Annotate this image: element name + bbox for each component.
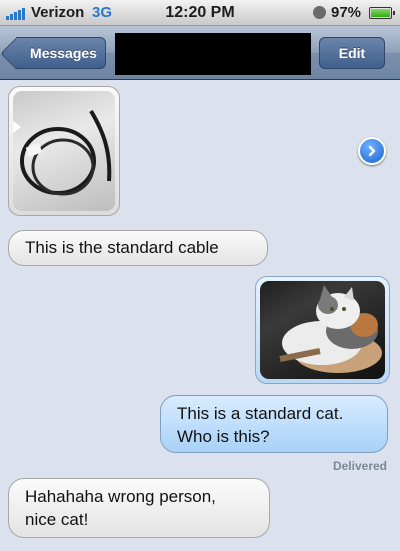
- navigation-bar: Messages Edit: [0, 26, 400, 80]
- edit-button[interactable]: Edit: [319, 37, 385, 69]
- cable-image: [13, 109, 112, 196]
- status-bar: Verizon 3G 12:20 PM 97%: [0, 0, 400, 26]
- incoming-message: This is the standard cable: [8, 230, 268, 266]
- redacted-contact-name: [115, 33, 311, 75]
- battery-icon: [369, 7, 395, 19]
- incoming-message: Hahahaha wrong person, nice cat!: [8, 478, 270, 538]
- message-line: This is a standard cat.: [177, 404, 344, 423]
- message-line: Hahahaha wrong person,: [25, 487, 216, 506]
- message-text: This is the standard cable: [25, 238, 219, 257]
- cat-image: [279, 285, 382, 373]
- alarm-icon: [313, 6, 326, 19]
- outgoing-message: This is a standard cat. Who is this?: [160, 395, 388, 453]
- cable-photo: [13, 91, 115, 211]
- outgoing-photo-message[interactable]: [255, 276, 390, 384]
- delivery-status: Delivered: [332, 459, 387, 473]
- battery-percent: 97%: [331, 4, 362, 21]
- message-line: nice cat!: [25, 510, 89, 529]
- cat-photo: [260, 281, 385, 379]
- message-line: Who is this?: [177, 427, 270, 446]
- disclosure-arrow-icon[interactable]: [358, 137, 386, 165]
- incoming-photo-message[interactable]: [8, 86, 120, 216]
- messages-back-button[interactable]: Messages: [16, 37, 106, 69]
